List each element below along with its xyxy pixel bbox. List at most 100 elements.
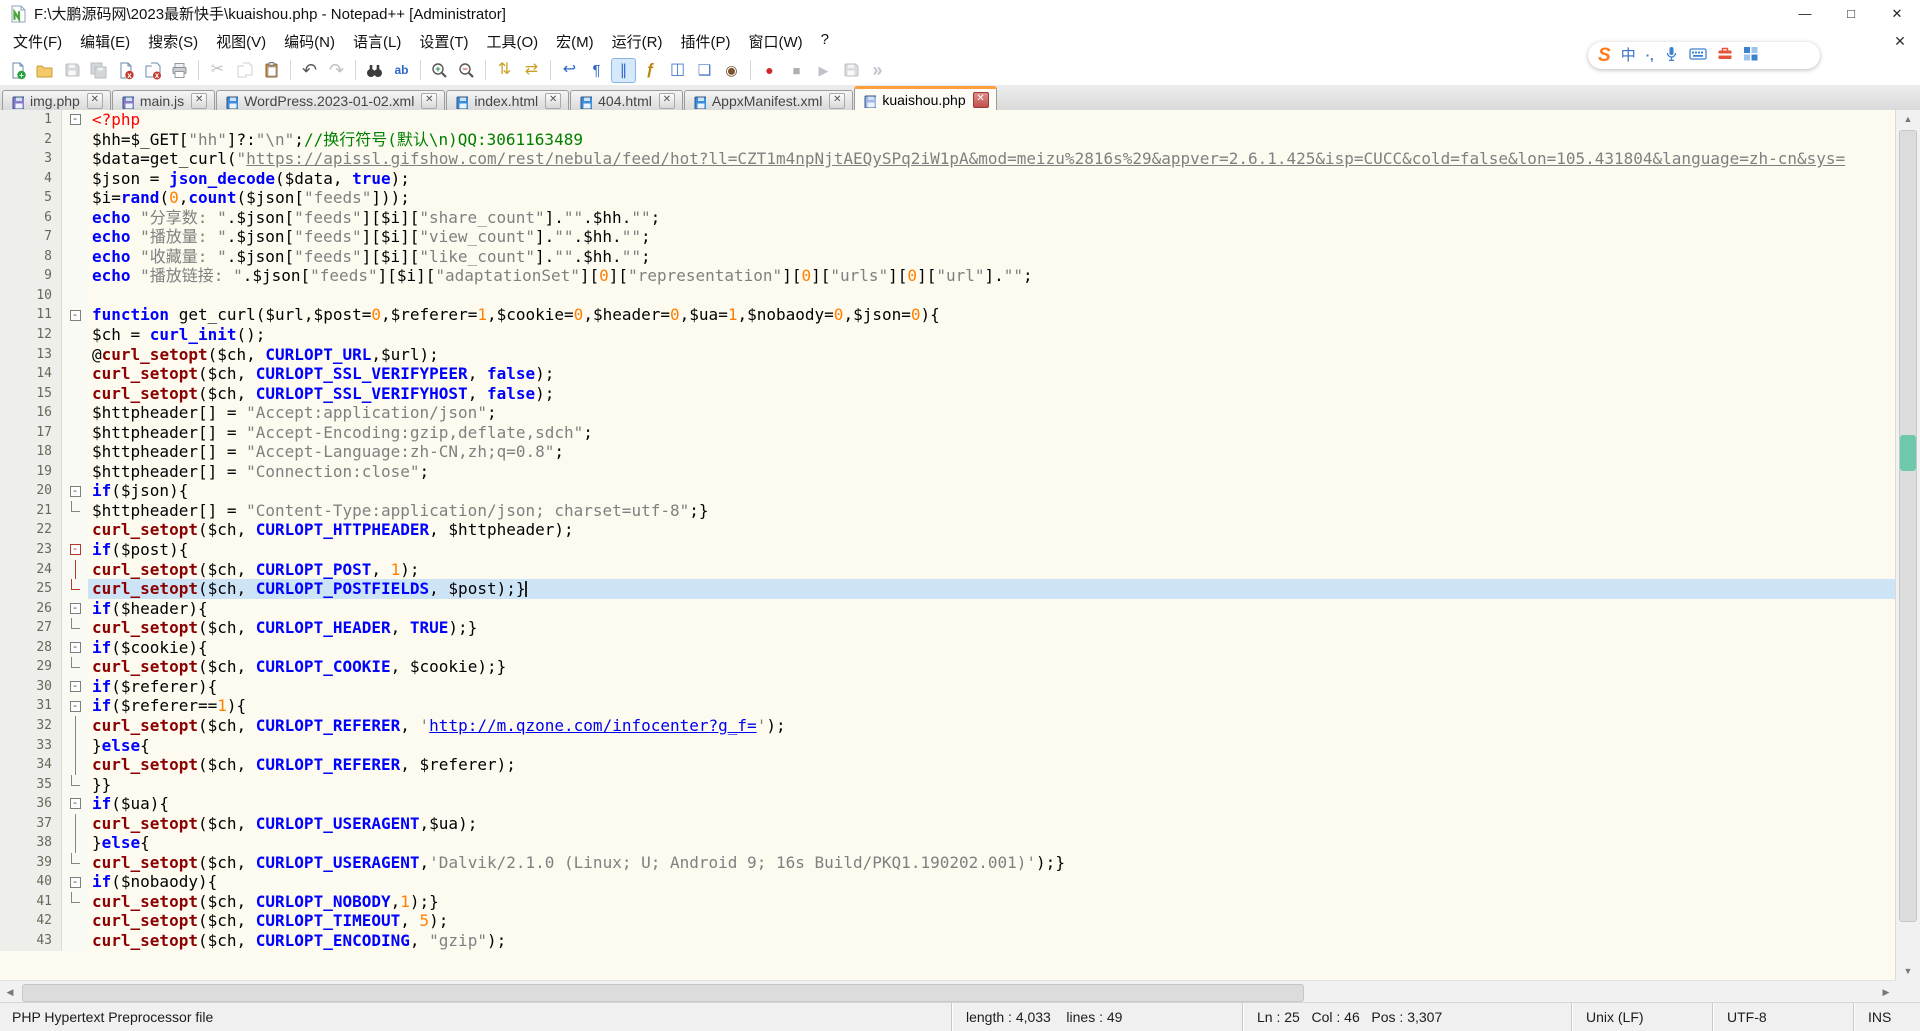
tab-close-icon[interactable]: ✕ (191, 93, 207, 109)
code-text[interactable]: $json = json_decode($data, true); (88, 169, 1896, 189)
fold-margin[interactable]: - (62, 872, 88, 892)
tab-img.php[interactable]: img.php✕ (2, 90, 111, 111)
code-text[interactable]: if($cookie){ (88, 638, 1896, 658)
code-text[interactable]: $data=get_curl("https://apissl.gifshow.c… (88, 149, 1896, 169)
code-text[interactable]: curl_setopt($ch, CURLOPT_NOBODY,1);} (88, 892, 1896, 912)
ime-skin-grid-icon[interactable] (1743, 46, 1758, 65)
close-button[interactable]: ✕ (1874, 0, 1920, 27)
menu-item-10[interactable]: 插件(P) (671, 28, 739, 55)
code-text[interactable]: $httpheader[] = "Connection:close"; (88, 462, 1896, 482)
code-line-22[interactable]: 22curl_setopt($ch, CURLOPT_HTTPHEADER, $… (0, 520, 1896, 540)
ime-microphone-icon[interactable] (1664, 46, 1679, 66)
code-line-23[interactable]: 23-if($post){ (0, 540, 1896, 560)
tab-WordPress.2023-01-02.xml[interactable]: WordPress.2023-01-02.xml✕ (216, 90, 445, 111)
paste-icon[interactable] (259, 58, 284, 83)
word-wrap-icon[interactable]: ↩ (557, 58, 582, 83)
fold-collapse-icon[interactable]: - (70, 114, 81, 125)
fold-collapse-icon[interactable]: - (70, 681, 81, 692)
code-text[interactable]: if($header){ (88, 599, 1896, 619)
code-line-16[interactable]: 16$httpheader[] = "Accept:application/js… (0, 403, 1896, 423)
fold-collapse-icon[interactable]: - (70, 544, 81, 555)
code-text[interactable]: curl_setopt($ch, CURLOPT_REFERER, $refer… (88, 755, 1896, 775)
code-editor[interactable]: 1-<?php2$hh=$_GET["hh"]?:"\n";//换行符号(默认\… (0, 110, 1896, 980)
code-text[interactable] (88, 286, 1896, 306)
menu-item-6[interactable]: 设置(T) (410, 28, 477, 55)
tab-close-icon[interactable]: ✕ (87, 93, 103, 109)
code-line-5[interactable]: 5$i=rand(0,count($json["feeds"])); (0, 188, 1896, 208)
new-file-icon[interactable]: + (5, 58, 30, 83)
code-text[interactable]: $i=rand(0,count($json["feeds"])); (88, 188, 1896, 208)
menu-item-1[interactable]: 编辑(E) (71, 28, 139, 55)
find-icon[interactable] (362, 58, 387, 83)
undo-icon[interactable]: ↶ (297, 58, 322, 83)
code-text[interactable]: if($referer==1){ (88, 696, 1896, 716)
code-line-3[interactable]: 3$data=get_curl("https://apissl.gifshow.… (0, 149, 1896, 169)
vertical-scrollbar[interactable]: ▲ ▼ (1895, 110, 1920, 980)
code-line-26[interactable]: 26-if($header){ (0, 599, 1896, 619)
macro-record-icon[interactable]: ● (757, 58, 782, 83)
code-line-4[interactable]: 4$json = json_decode($data, true); (0, 169, 1896, 189)
menu-item-4[interactable]: 编码(N) (275, 28, 344, 55)
code-line-25[interactable]: 25curl_setopt($ch, CURLOPT_POSTFIELDS, $… (0, 579, 1896, 599)
code-text[interactable]: curl_setopt($ch, CURLOPT_TIMEOUT, 5); (88, 911, 1896, 931)
code-line-20[interactable]: 20-if($json){ (0, 481, 1896, 501)
code-text[interactable]: if($referer){ (88, 677, 1896, 697)
fold-margin[interactable]: - (62, 110, 88, 130)
code-line-42[interactable]: 42curl_setopt($ch, CURLOPT_TIMEOUT, 5); (0, 911, 1896, 931)
menu-item-7[interactable]: 工具(O) (477, 28, 547, 55)
tab-AppxManifest.xml[interactable]: AppxManifest.xml✕ (684, 90, 853, 111)
code-line-34[interactable]: 34curl_setopt($ch, CURLOPT_REFERER, $ref… (0, 755, 1896, 775)
scroll-up-icon[interactable]: ▲ (1896, 110, 1920, 128)
code-line-35[interactable]: 35}} (0, 775, 1896, 795)
horizontal-scrollbar[interactable]: ◀ ▶ (0, 980, 1896, 1003)
fold-collapse-icon[interactable]: - (70, 877, 81, 888)
scroll-right-icon[interactable]: ▶ (1876, 981, 1896, 1003)
macro-stop-icon[interactable]: ■ (784, 58, 809, 83)
redo-icon[interactable]: ↷ (324, 58, 349, 83)
code-line-36[interactable]: 36-if($ua){ (0, 794, 1896, 814)
fold-margin[interactable]: - (62, 481, 88, 501)
fold-collapse-icon[interactable]: - (70, 701, 81, 712)
macro-save-icon[interactable] (838, 58, 863, 83)
status-insert-mode[interactable]: INS (1853, 1003, 1920, 1031)
menu-item-8[interactable]: 宏(M) (547, 28, 603, 55)
code-text[interactable]: $ch = curl_init(); (88, 325, 1896, 345)
code-line-11[interactable]: 11-function get_curl($url,$post=0,$refer… (0, 305, 1896, 325)
status-encoding[interactable]: UTF-8 (1712, 1003, 1853, 1031)
tab-404.html[interactable]: 404.html✕ (570, 90, 683, 111)
replace-icon[interactable]: ab (389, 58, 414, 83)
copy-icon[interactable] (232, 58, 257, 83)
close-file-icon[interactable]: x (113, 58, 138, 83)
code-line-38[interactable]: 38}else{ (0, 833, 1896, 853)
code-text[interactable]: echo "分享数: ".$json["feeds"][$i]["share_c… (88, 208, 1896, 228)
code-line-10[interactable]: 10 (0, 286, 1896, 306)
file-monitoring-icon[interactable]: ◉ (719, 58, 744, 83)
code-line-30[interactable]: 30-if($referer){ (0, 677, 1896, 697)
sync-horizontal-scroll-icon[interactable]: ⇄ (519, 58, 544, 83)
code-text[interactable]: curl_setopt($ch, CURLOPT_SSL_VERIFYPEER,… (88, 364, 1896, 384)
fold-margin[interactable]: - (62, 599, 88, 619)
tab-kuaishou.php[interactable]: kuaishou.php✕ (854, 86, 996, 111)
ime-mode-chinese[interactable]: 中 (1621, 48, 1636, 63)
code-line-17[interactable]: 17$httpheader[] = "Accept-Encoding:gzip,… (0, 423, 1896, 443)
horizontal-scrollbar-thumb[interactable] (22, 984, 1304, 1002)
macro-play-icon[interactable]: ▶ (811, 58, 836, 83)
close-document-icon[interactable]: ✕ (1890, 31, 1910, 51)
function-list-icon[interactable]: ƒ (638, 58, 663, 83)
code-line-13[interactable]: 13@curl_setopt($ch, CURLOPT_URL,$url); (0, 345, 1896, 365)
ime-keyboard-icon[interactable] (1689, 47, 1707, 65)
tab-close-icon[interactable]: ✕ (973, 92, 989, 108)
code-line-24[interactable]: 24curl_setopt($ch, CURLOPT_POST, 1); (0, 560, 1896, 580)
ime-logo-icon[interactable]: S (1598, 46, 1611, 65)
show-all-characters-icon[interactable]: ¶ (584, 58, 609, 83)
fold-collapse-icon[interactable]: - (70, 310, 81, 321)
code-line-1[interactable]: 1-<?php (0, 110, 1896, 130)
fold-margin[interactable]: - (62, 677, 88, 697)
fold-collapse-icon[interactable]: - (70, 486, 81, 497)
code-text[interactable]: curl_setopt($ch, CURLOPT_SSL_VERIFYHOST,… (88, 384, 1896, 404)
code-text[interactable]: curl_setopt($ch, CURLOPT_ENCODING, "gzip… (88, 931, 1896, 951)
code-text[interactable]: curl_setopt($ch, CURLOPT_REFERER, 'http:… (88, 716, 1896, 736)
code-text[interactable]: if($post){ (88, 540, 1896, 560)
code-text[interactable]: $httpheader[] = "Accept-Encoding:gzip,de… (88, 423, 1896, 443)
code-text[interactable]: }else{ (88, 736, 1896, 756)
